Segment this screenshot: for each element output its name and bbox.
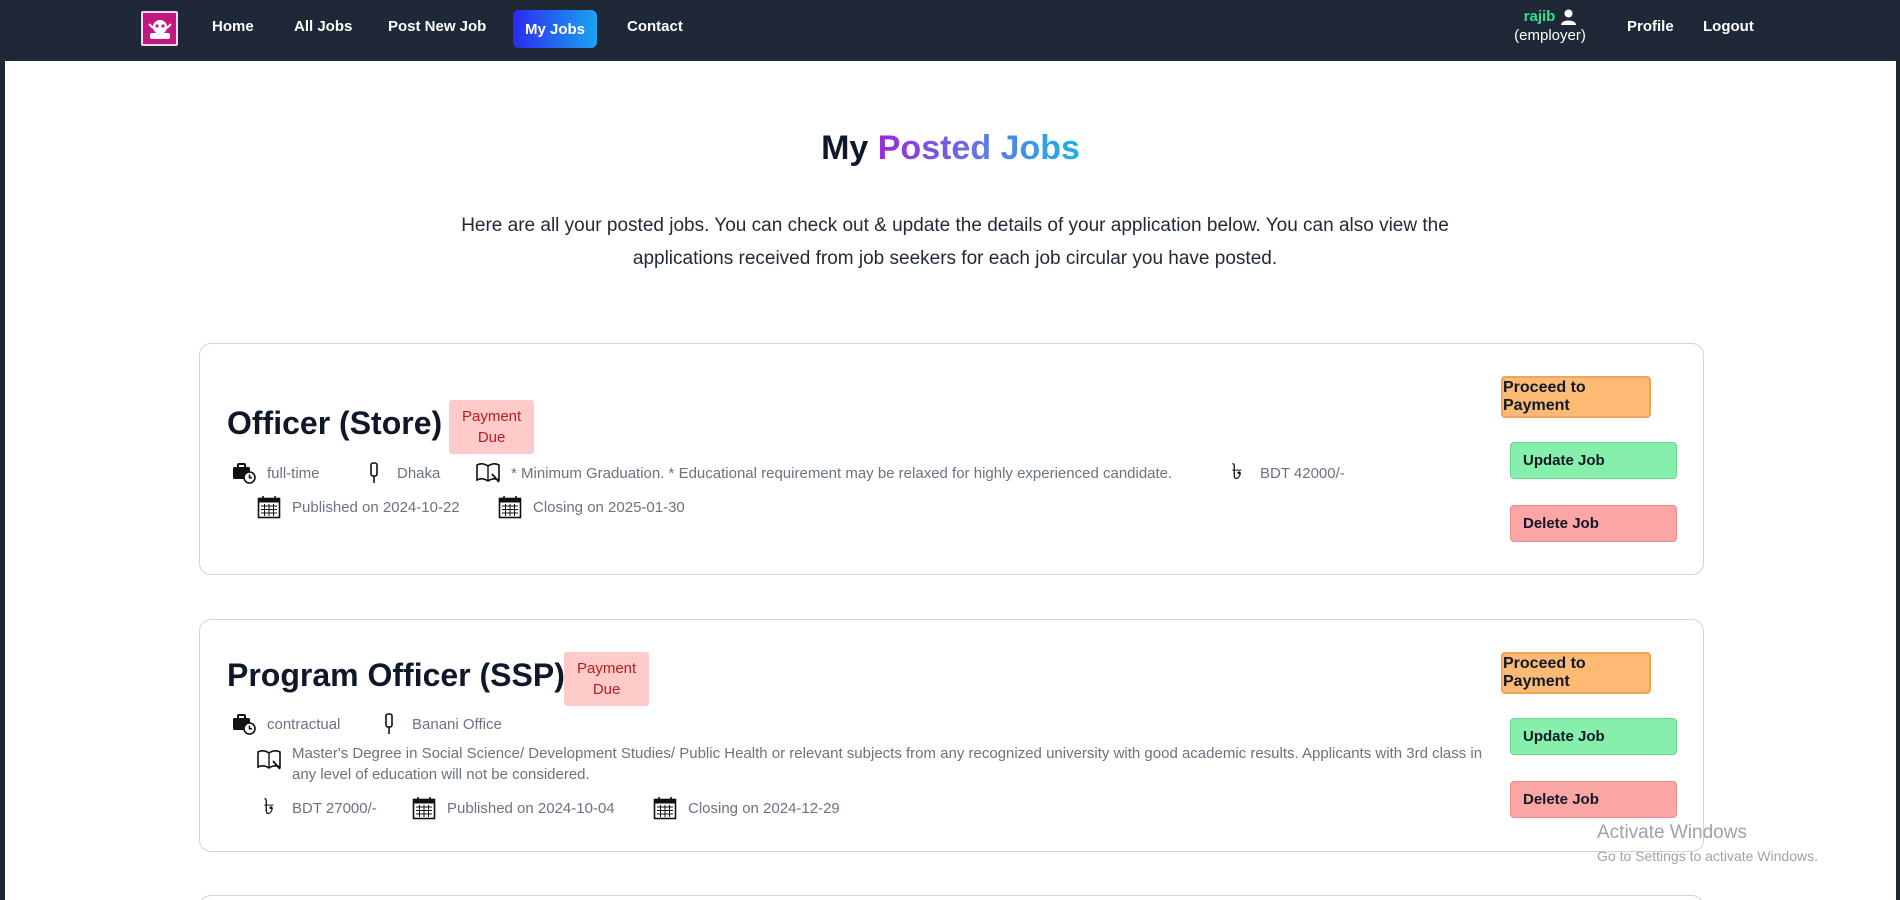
job-type-text: contractual [267,715,341,733]
job-card: Officer (Store) Payment Due full-time Dh… [199,343,1704,575]
watermark-subtitle: Go to Settings to activate Windows. [1597,848,1818,864]
job-location: Banani Office [376,712,502,736]
nav-all-jobs[interactable]: All Jobs [294,18,352,35]
job-requirement: Master's Degree in Social Science/ Devel… [256,743,1496,785]
status-badge: Payment Due [449,400,535,454]
site-logo[interactable] [141,11,178,46]
taka-icon: ৳ [1231,459,1243,485]
nav-post-new-job[interactable]: Post New Job [388,18,486,35]
intro-text: Here are all your posted jobs. You can c… [461,215,1449,269]
update-job-button[interactable]: Update Job [1510,718,1677,755]
book-icon [256,748,282,772]
job-closing: Closing on 2025-01-30 [497,495,685,519]
briefcase-clock-icon [231,461,257,485]
user-icon [1561,9,1577,25]
job-published-text: Published on 2024-10-22 [292,498,460,516]
job-card [199,895,1704,900]
logo-icon [147,19,172,39]
proceed-to-payment-button[interactable]: Proceed to Payment [1501,652,1651,694]
job-location-text: Banani Office [412,715,502,733]
delete-job-button[interactable]: Delete Job [1510,505,1677,542]
user-role: (employer) [1514,27,1586,44]
pin-icon [361,461,387,485]
calendar-icon [411,796,437,820]
nav-contact[interactable]: Contact [627,18,683,35]
title-part-1: My [821,129,869,167]
job-card: Program Officer (SSP) Payment Due contra… [199,619,1704,852]
badge-line-2: Due [592,681,621,698]
job-title: Program Officer (SSP) [227,657,565,693]
taka-icon: ৳ [263,794,275,820]
book-icon [475,461,501,485]
job-type: contractual [231,712,340,736]
job-salary-text: BDT 27000/- [292,799,377,817]
username: rajib [1523,8,1556,25]
calendar-icon [652,796,678,820]
proceed-to-payment-button[interactable]: Proceed to Payment [1501,376,1651,418]
update-job-button[interactable]: Update Job [1510,442,1677,479]
delete-job-button[interactable]: Delete Job [1510,781,1677,818]
badge-line-1: Payment [577,660,637,677]
job-title: Officer (Store) [227,405,443,441]
status-badge: Payment Due [564,652,650,706]
job-location-text: Dhaka [397,464,441,482]
job-closing-text: Closing on 2024-12-29 [688,799,840,817]
user-info[interactable]: rajib (employer) [1505,8,1595,44]
job-requirement-text: * Minimum Graduation. * Educational requ… [511,464,1173,482]
job-type-text: full-time [267,464,320,482]
briefcase-clock-icon [231,712,257,736]
badge-line-2: Due [477,429,506,446]
job-salary-text: BDT 42000/- [1260,464,1345,482]
nav-profile[interactable]: Profile [1627,18,1674,35]
activation-watermark: Activate Windows Go to Settings to activ… [1597,822,1818,864]
calendar-icon [256,495,282,519]
nav-logout[interactable]: Logout [1703,18,1754,35]
pin-icon [376,712,402,736]
job-published: Published on 2024-10-04 [411,796,615,820]
navbar: Home All Jobs Post New Job My Jobs Conta… [0,0,1900,61]
job-closing: Closing on 2024-12-29 [652,796,840,820]
job-requirement-text: Master's Degree in Social Science/ Devel… [292,745,1483,783]
job-salary: ৳ BDT 27000/- [256,794,377,820]
calendar-icon [497,495,523,519]
job-location: Dhaka [361,461,440,485]
nav-my-jobs[interactable]: My Jobs [513,10,597,48]
main-content: My Posted Jobs Here are all your posted … [5,61,1896,900]
watermark-title: Activate Windows [1597,822,1747,843]
job-type: full-time [231,461,320,485]
job-requirement: * Minimum Graduation. * Educational requ… [475,461,1172,485]
job-closing-text: Closing on 2025-01-30 [533,498,685,516]
page-title: My Posted Jobs [5,129,1896,168]
job-published: Published on 2024-10-22 [256,495,460,519]
badge-line-1: Payment [462,408,522,425]
job-published-text: Published on 2024-10-04 [447,799,615,817]
job-salary: ৳ BDT 42000/- [1224,459,1345,485]
title-part-2: Posted Jobs [877,129,1080,167]
nav-home[interactable]: Home [212,18,254,35]
